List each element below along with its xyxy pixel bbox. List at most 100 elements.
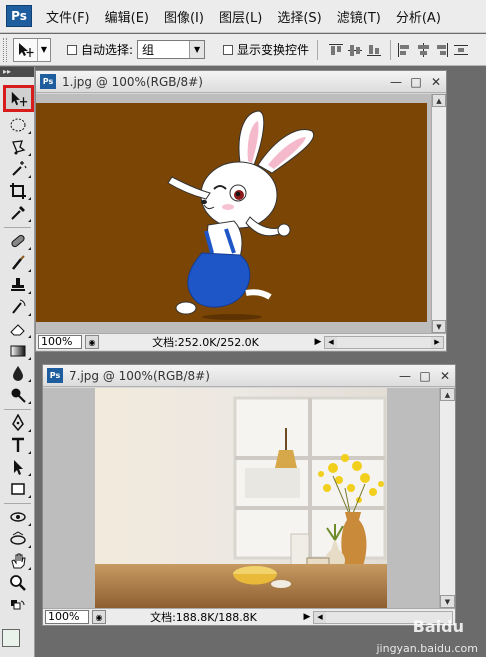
separator: [4, 227, 31, 228]
close-button[interactable]: ✕: [435, 369, 455, 383]
menu-filter[interactable]: 滤镜(T): [337, 7, 381, 26]
blur-tool[interactable]: [4, 363, 32, 383]
horizontal-scrollbar[interactable]: ◀ ▶: [324, 335, 444, 349]
options-bar: ▼ 自动选择: 组 ▼ 显示变换控件: [0, 34, 486, 66]
menu-edit[interactable]: 编辑(E): [105, 7, 149, 26]
healing-brush-tool[interactable]: [4, 231, 32, 251]
minimize-button[interactable]: —: [395, 369, 415, 383]
pen-tool[interactable]: [4, 413, 32, 433]
vertical-scrollbar[interactable]: ▲ ▼: [439, 388, 455, 608]
eyedropper-icon: [11, 206, 25, 220]
crop-tool[interactable]: [4, 181, 32, 201]
eraser-tool[interactable]: [4, 319, 32, 339]
tool-preset-picker[interactable]: ▼: [13, 37, 51, 62]
document-status-bar: 100% ◉ 文档:252.0K/252.0K ▶ ◀ ▶: [36, 333, 446, 350]
show-transform-checkbox[interactable]: 显示变换控件: [223, 41, 309, 58]
document-viewport[interactable]: [36, 94, 431, 333]
shape-tool[interactable]: [4, 479, 32, 499]
scroll-down-arrow[interactable]: ▼: [432, 320, 446, 333]
status-options-icon[interactable]: ◉: [85, 335, 99, 349]
scroll-up-arrow[interactable]: ▲: [432, 94, 446, 107]
toolbox-header-grip[interactable]: ▸▸: [0, 67, 34, 77]
separator: [317, 39, 319, 60]
distribute-icon[interactable]: [453, 42, 469, 58]
zoom-level-field[interactable]: 100%: [38, 335, 82, 349]
maximize-button[interactable]: □: [415, 369, 435, 383]
close-button[interactable]: ✕: [426, 75, 446, 89]
brush-tool[interactable]: [4, 253, 32, 273]
3d-orbit-tool[interactable]: [4, 529, 32, 549]
menu-select[interactable]: 选择(S): [277, 7, 321, 26]
menu-layer[interactable]: 图层(L): [219, 7, 262, 26]
document-title: 1.jpg @ 100%(RGB/8#): [62, 74, 203, 89]
path-select-arrow-icon: [14, 460, 23, 475]
maximize-button[interactable]: □: [406, 75, 426, 89]
path-selection-tool[interactable]: [4, 457, 32, 477]
scroll-down-arrow[interactable]: ▼: [440, 595, 455, 608]
options-bar-grip[interactable]: [3, 37, 7, 62]
align-left-icon[interactable]: [396, 42, 412, 58]
zoom-tool[interactable]: [4, 573, 32, 593]
document-titlebar[interactable]: Ps 7.jpg @ 100%(RGB/8#) — □ ✕: [43, 365, 455, 387]
align-vcenter-icon[interactable]: [347, 42, 363, 58]
scroll-right-arrow[interactable]: ▶: [431, 336, 443, 348]
foreground-color-swatch[interactable]: [2, 629, 28, 655]
type-tool[interactable]: [4, 435, 32, 455]
swap-colors-icon: [11, 600, 25, 610]
auto-select-checkbox[interactable]: 自动选择:: [67, 41, 133, 58]
pen-icon: [12, 414, 24, 432]
eyedropper-tool[interactable]: [4, 203, 32, 223]
auto-select-dropdown[interactable]: 组 ▼: [137, 40, 206, 59]
zoom-level-field[interactable]: 100%: [45, 610, 89, 624]
vertical-scrollbar[interactable]: ▲ ▼: [431, 94, 446, 333]
chevron-down-icon: ▼: [40, 45, 48, 54]
document-viewport[interactable]: [43, 388, 439, 608]
menu-file[interactable]: 文件(F): [46, 7, 90, 26]
menu-bar: Ps 文件(F) 编辑(E) 图像(I) 图层(L) 选择(S) 滤镜(T) 分…: [0, 0, 486, 33]
stamp-icon: [11, 278, 25, 291]
default-colors-toggle[interactable]: [4, 597, 32, 617]
lasso-tool[interactable]: [4, 137, 32, 157]
align-hcenter-icon[interactable]: [415, 42, 431, 58]
hand-tool[interactable]: [4, 551, 32, 571]
status-menu-arrow[interactable]: ▶: [312, 337, 324, 347]
magic-wand-tool[interactable]: [4, 159, 32, 179]
eraser-icon: [10, 324, 25, 336]
status-menu-arrow[interactable]: ▶: [301, 612, 313, 622]
magnifier-icon: [10, 575, 26, 591]
menu-analysis[interactable]: 分析(A): [396, 7, 441, 26]
gradient-tool[interactable]: [4, 341, 32, 361]
scroll-left-arrow[interactable]: ◀: [325, 336, 337, 348]
align-right-icon[interactable]: [434, 42, 450, 58]
checkbox-box[interactable]: [223, 44, 234, 55]
canvas-image-still-life[interactable]: [95, 388, 387, 608]
menu-image[interactable]: 图像(I): [164, 7, 204, 26]
canvas-image-rabbit[interactable]: [36, 103, 427, 322]
ps-doc-icon: Ps: [40, 74, 56, 89]
minimize-button[interactable]: —: [386, 75, 406, 89]
ps-doc-icon: Ps: [47, 368, 63, 383]
gradient-icon: [10, 345, 26, 357]
history-brush-tool[interactable]: [4, 297, 32, 317]
watermark-url: jingyan.baidu.com: [376, 642, 478, 655]
foreground-color[interactable]: [2, 629, 20, 647]
align-bottom-icon[interactable]: [366, 42, 382, 58]
marquee-tool[interactable]: [4, 115, 32, 135]
dodge-icon: [11, 388, 26, 403]
document-titlebar[interactable]: Ps 1.jpg @ 100%(RGB/8#) — □ ✕: [36, 71, 446, 93]
toolbox: ▸▸: [0, 67, 35, 657]
clone-stamp-tool[interactable]: [4, 275, 32, 295]
photoshop-logo[interactable]: Ps: [6, 5, 32, 27]
scroll-left-arrow[interactable]: ◀: [314, 611, 326, 623]
document-window-2: Ps 7.jpg @ 100%(RGB/8#) — □ ✕ ▲ ▼ 100% ◉…: [42, 364, 456, 626]
move-tool[interactable]: [3, 85, 34, 112]
align-top-icon[interactable]: [328, 42, 344, 58]
checkbox-box[interactable]: [67, 44, 77, 55]
scroll-up-arrow[interactable]: ▲: [440, 388, 455, 401]
3d-orbit-icon: [10, 531, 26, 545]
rabbit-illustration: [167, 110, 315, 320]
water-drop-icon: [13, 366, 23, 381]
dodge-tool[interactable]: [4, 385, 32, 405]
3d-rotate-tool[interactable]: [4, 507, 32, 527]
status-options-icon[interactable]: ◉: [92, 610, 106, 624]
